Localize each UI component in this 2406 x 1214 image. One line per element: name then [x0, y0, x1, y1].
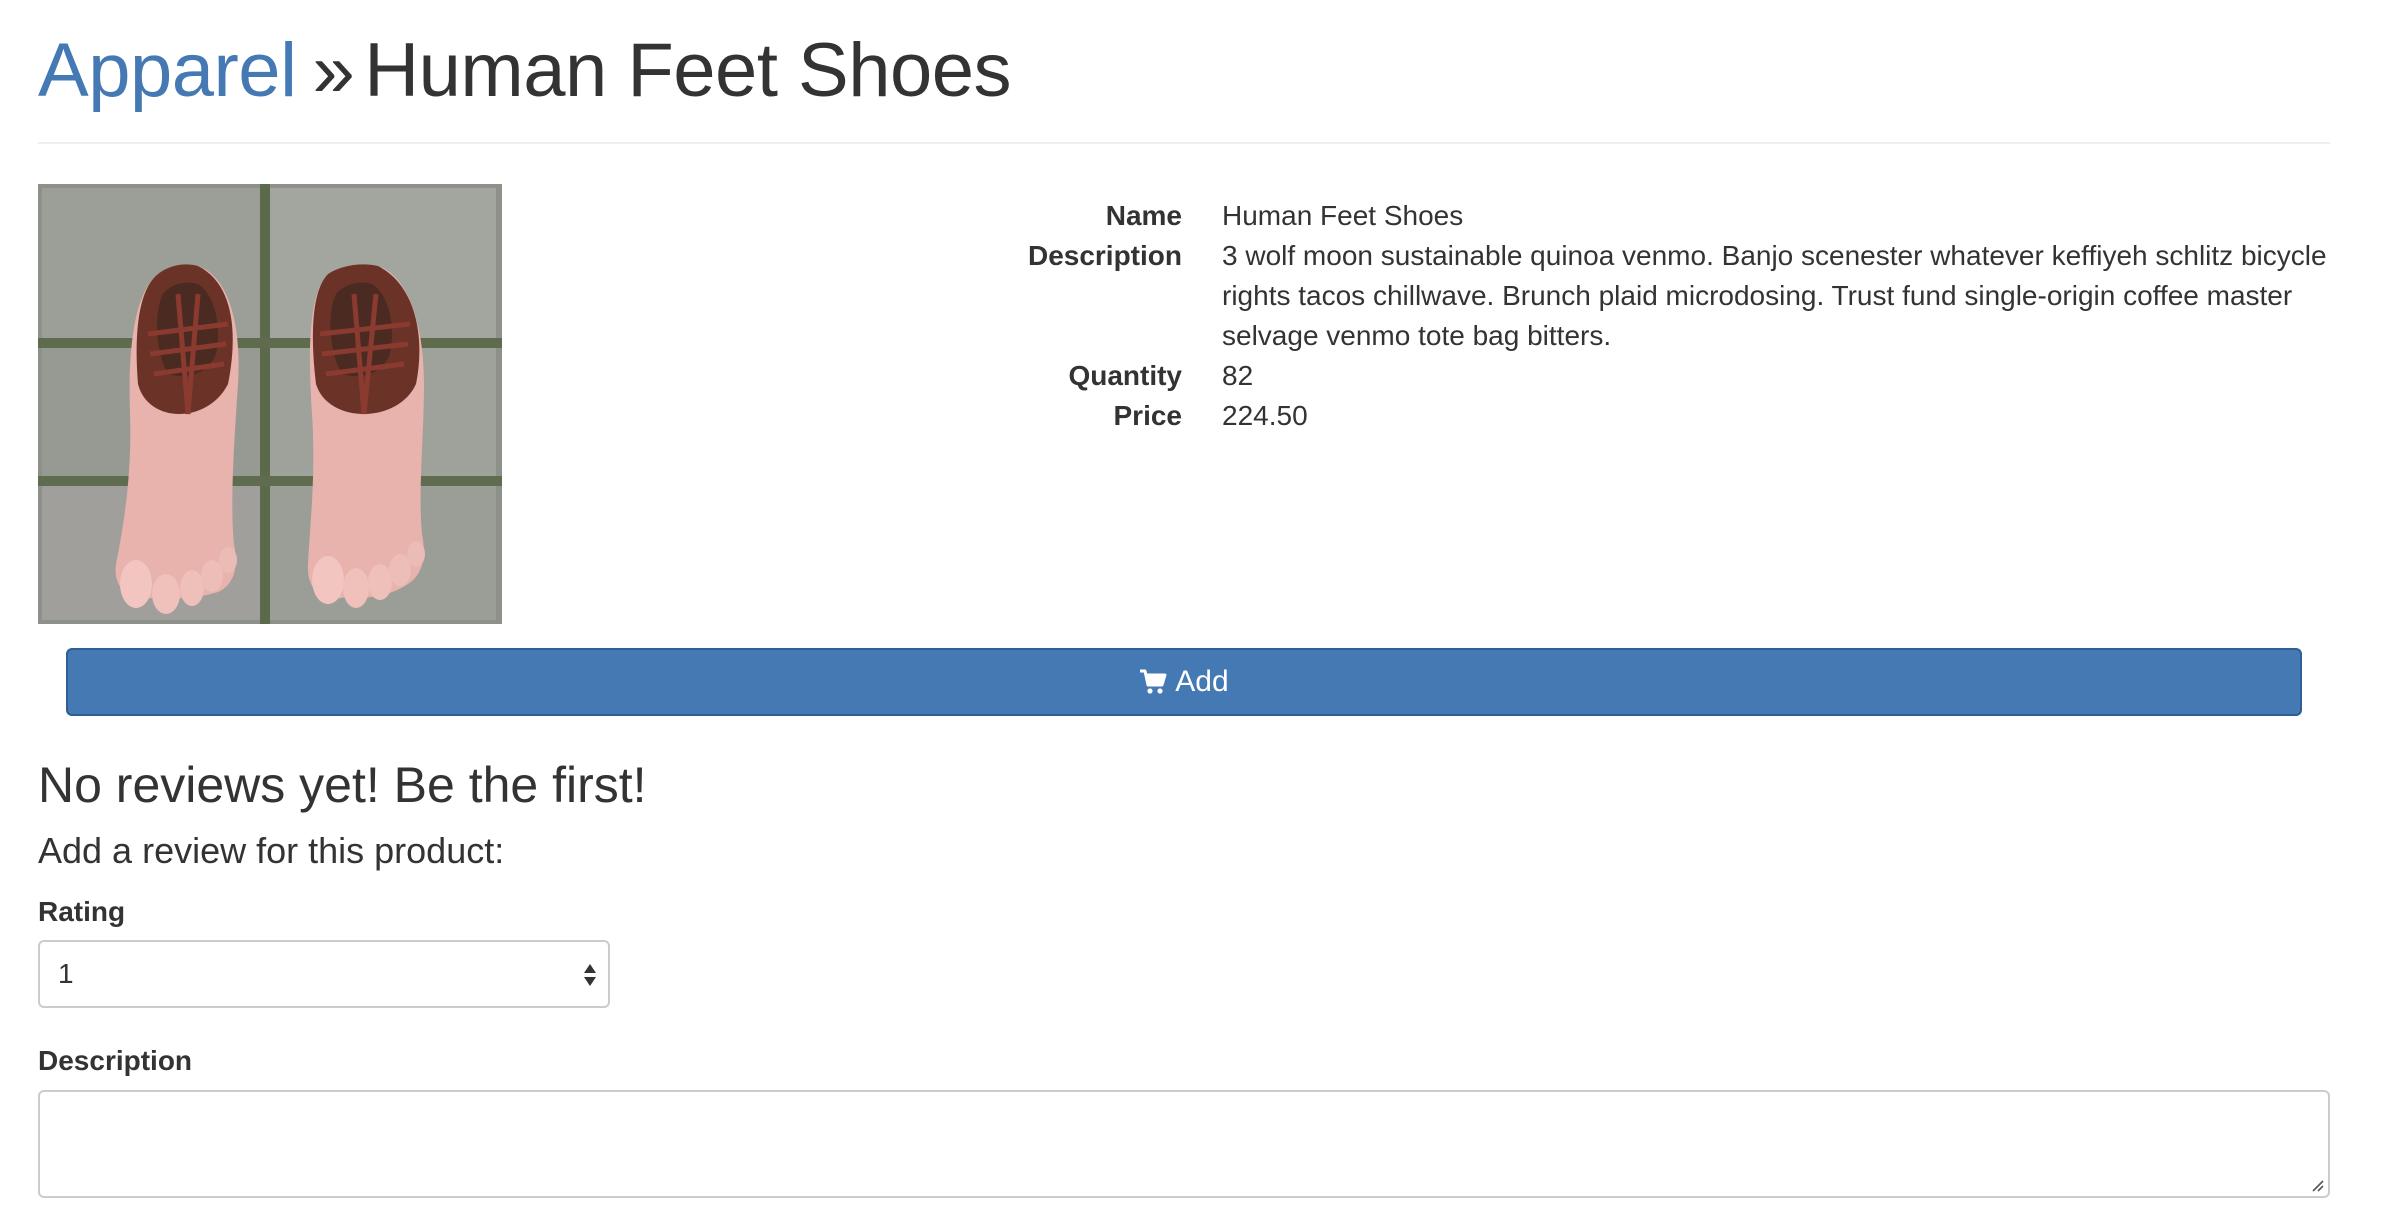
quantity-value: 82	[1222, 360, 1254, 391]
review-description-textarea[interactable]	[38, 1089, 2330, 1198]
review-description-label: Description	[38, 1045, 193, 1077]
detail-row-description: Description 3 wolf moon sustainable quin…	[958, 236, 2338, 356]
product-details: Name Human Feet Shoes Description 3 wolf…	[958, 196, 2338, 436]
page-header: Apparel» Human Feet Shoes	[38, 0, 2330, 144]
rating-selected-value: 1	[58, 958, 74, 990]
detail-row-name: Name Human Feet Shoes	[958, 196, 2338, 236]
shopping-cart-icon	[1140, 669, 1167, 694]
breadcrumb-category-link[interactable]: Apparel	[38, 28, 297, 113]
reviews-section: No reviews yet! Be the first! Add a revi…	[38, 758, 2330, 1198]
name-value: Human Feet Shoes	[1222, 200, 1464, 231]
product-page: Apparel» Human Feet Shoes Name Human Fee…	[0, 0, 2406, 1214]
add-review-heading: Add a review for this product:	[38, 830, 505, 871]
add-to-cart-button[interactable]: Add	[66, 648, 2302, 716]
price-label: Price	[1113, 400, 1183, 431]
product-overview: Name Human Feet Shoes Description 3 wolf…	[38, 144, 2330, 624]
product-image	[38, 184, 502, 624]
detail-row-quantity: Quantity 82	[958, 356, 2338, 396]
add-to-cart-label: Add	[1175, 665, 1229, 698]
price-value: 224.50	[1222, 400, 1308, 431]
description-label: Description	[1027, 240, 1182, 271]
resize-grip-icon[interactable]	[2308, 1176, 2324, 1192]
rating-label: Rating	[38, 895, 126, 927]
breadcrumb-separator: »	[312, 28, 355, 113]
no-reviews-heading: No reviews yet! Be the first!	[38, 757, 647, 813]
breadcrumb-current: Human Feet Shoes	[364, 28, 1012, 113]
product-photo	[38, 184, 502, 624]
rating-select[interactable]: 1	[38, 940, 610, 1009]
select-arrows-icon	[584, 964, 596, 987]
quantity-label: Quantity	[1068, 360, 1182, 391]
add-to-cart-wrap: Add	[38, 648, 2330, 716]
detail-row-price: Price 224.50	[958, 396, 2338, 436]
description-value: 3 wolf moon sustainable quinoa venmo. Ba…	[1222, 240, 2327, 351]
name-label: Name	[1105, 200, 1182, 231]
page-title: Apparel» Human Feet Shoes	[38, 33, 1012, 109]
